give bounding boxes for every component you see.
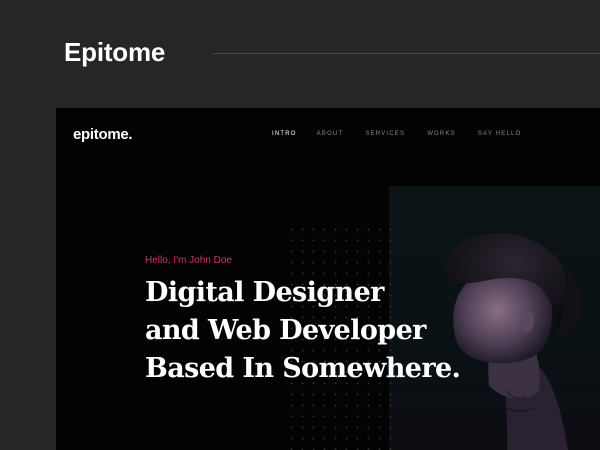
headline-line: Based In Somewhere. [145,353,461,384]
title-divider [213,53,600,54]
nav-services[interactable]: SERVICES [365,131,405,137]
nav-say-hello[interactable]: SAY HELLO [478,131,522,137]
headline-line: Digital Designer [145,277,384,308]
template-card: Epitome epitome. INTRO ABOUT SERVICES WO… [0,0,600,450]
nav-intro[interactable]: INTRO [272,131,297,137]
headline-line: and Web Developer [145,315,426,346]
site-nav: INTRO ABOUT SERVICES WORKS SAY HELLO [272,131,521,137]
nav-works[interactable]: WORKS [427,131,456,137]
hero-greeting: Hello, I'm John Doe [145,255,232,266]
nav-about[interactable]: ABOUT [317,131,344,137]
template-title: Epitome [64,37,166,67]
hero-headline: Digital Designer and Web Developer Based… [145,274,461,388]
site-logo[interactable]: epitome. [73,126,133,143]
website-preview[interactable]: epitome. INTRO ABOUT SERVICES WORKS SAY … [56,108,600,450]
